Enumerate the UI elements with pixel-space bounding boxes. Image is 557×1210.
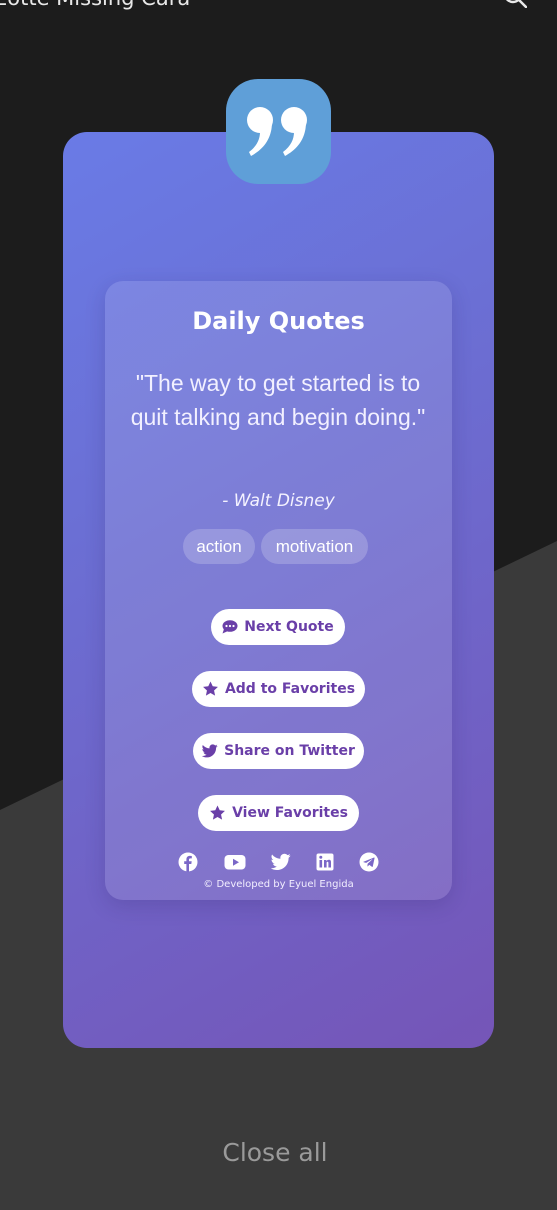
tag-action[interactable]: action bbox=[183, 529, 255, 564]
social-links bbox=[0, 852, 557, 874]
comment-icon bbox=[222, 620, 238, 634]
view-favorites-label: View Favorites bbox=[232, 805, 348, 821]
twitter-icon bbox=[202, 744, 218, 758]
quote-text: "The way to get started is to quit talki… bbox=[130, 370, 426, 430]
star-icon bbox=[202, 681, 218, 696]
developer-credit: © Developed by Eyuel Engida bbox=[203, 879, 354, 890]
share-on-twitter-button[interactable]: Share on Twitter bbox=[193, 733, 364, 769]
linkedin-icon[interactable] bbox=[316, 852, 334, 872]
tag-motivation[interactable]: motivation bbox=[261, 529, 368, 564]
facebook-icon[interactable] bbox=[178, 852, 198, 872]
search-icon[interactable] bbox=[503, 0, 528, 9]
page-title: Daily Quotes bbox=[192, 307, 365, 335]
next-quote-button[interactable]: Next Quote bbox=[211, 609, 345, 645]
close-all-button[interactable]: Close all bbox=[0, 1138, 550, 1167]
twitter-icon[interactable] bbox=[270, 852, 291, 872]
youtube-icon[interactable] bbox=[224, 852, 246, 872]
star-icon bbox=[210, 805, 226, 820]
next-quote-label: Next Quote bbox=[244, 619, 334, 635]
quote-icon bbox=[226, 79, 331, 184]
share-on-twitter-label: Share on Twitter bbox=[224, 743, 355, 759]
app-title: Eotte Missing Cara bbox=[0, 0, 190, 10]
add-to-favorites-button[interactable]: Add to Favorites bbox=[192, 671, 365, 707]
app-switcher-header: Eotte Missing Cara bbox=[0, 0, 557, 10]
telegram-icon[interactable] bbox=[359, 852, 379, 872]
view-favorites-button[interactable]: View Favorites bbox=[198, 795, 359, 831]
quote-author: - Walt Disney bbox=[222, 491, 335, 511]
add-to-favorites-label: Add to Favorites bbox=[224, 681, 356, 697]
